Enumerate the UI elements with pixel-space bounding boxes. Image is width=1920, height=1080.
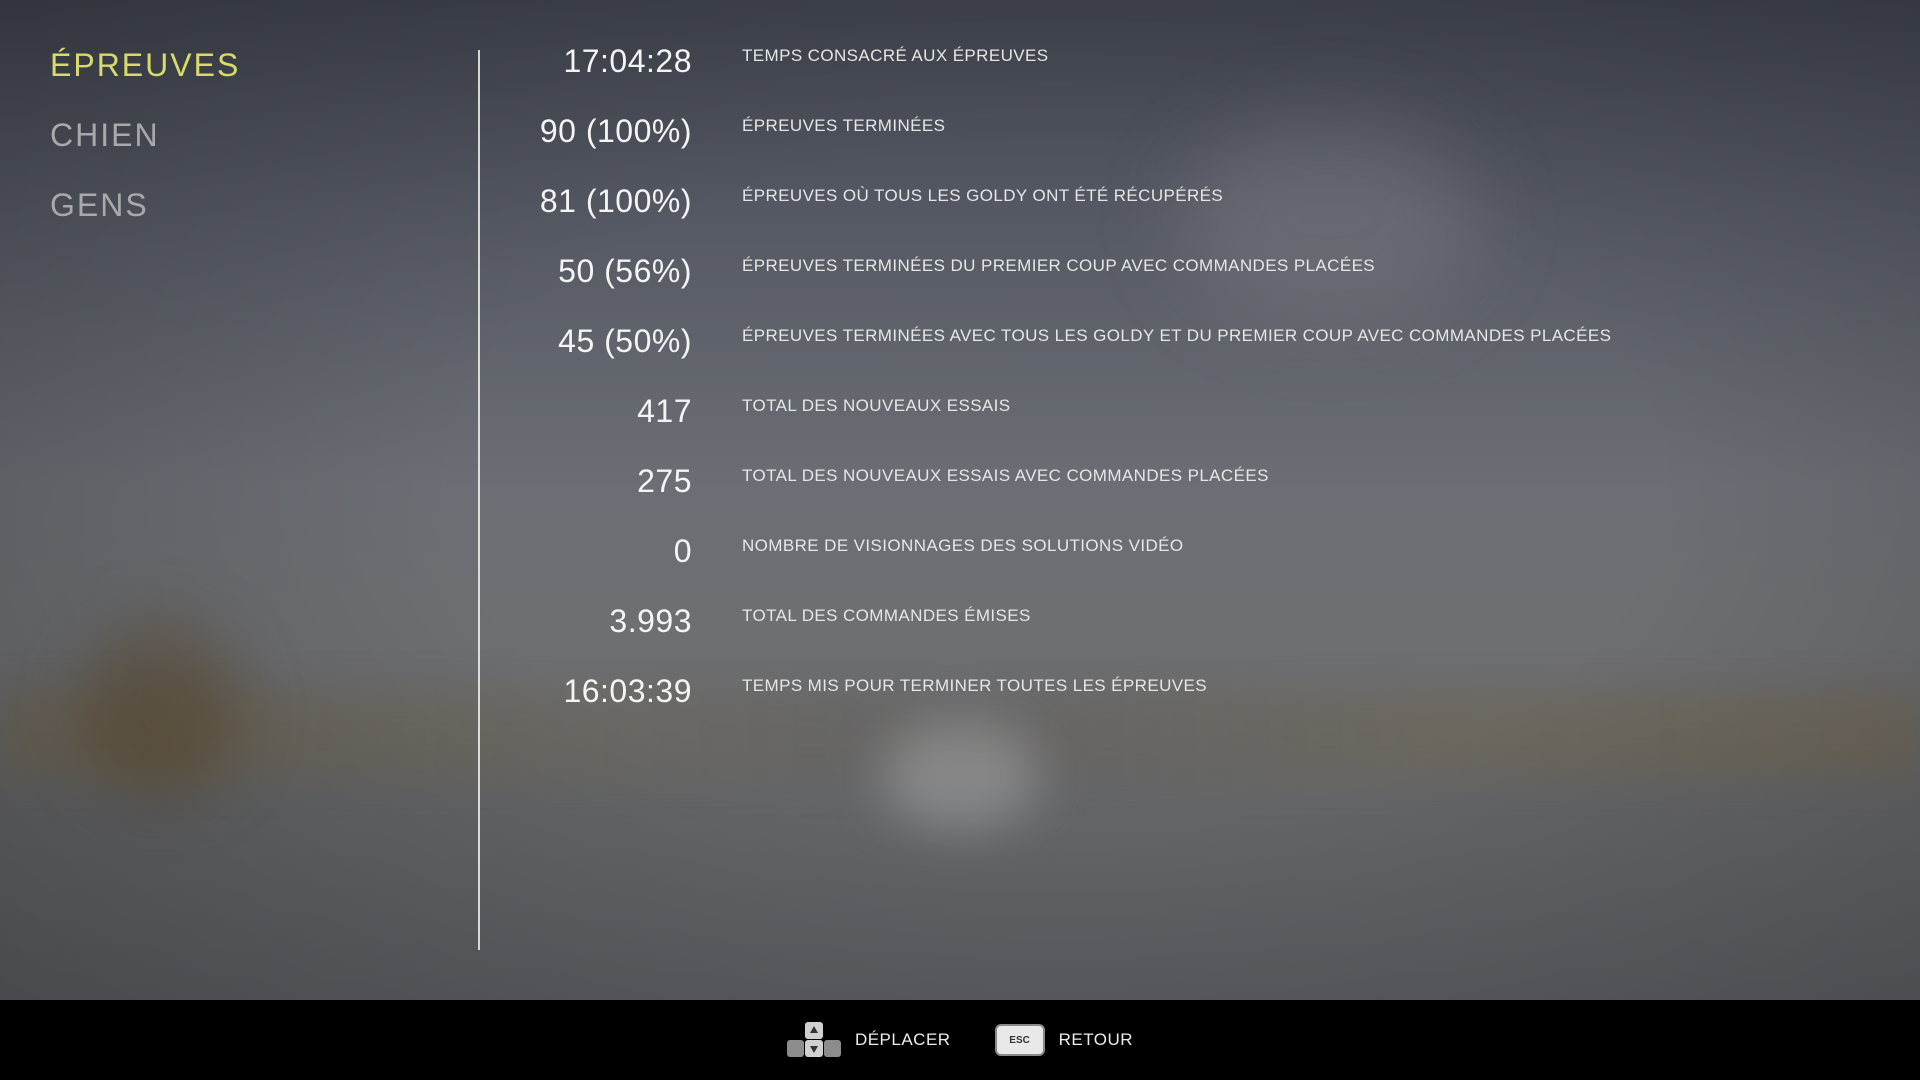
stat-value: 17:04:28 (563, 43, 692, 79)
stat-label: ÉPREUVES TERMINÉES DU PREMIER COUP AVEC … (742, 256, 1376, 275)
stat-label: ÉPREUVES TERMINÉES (742, 116, 946, 135)
stat-value: 50 (56%) (558, 253, 692, 289)
stat-label: TEMPS CONSACRÉ AUX ÉPREUVES (742, 46, 1049, 65)
stat-row: 16:03:39 TEMPS MIS POUR TERMINER TOUTES … (490, 666, 1890, 736)
esc-key-icon: ESC (994, 1024, 1045, 1056)
stat-row: 3.993 TOTAL DES COMMANDES ÉMISES (490, 596, 1890, 666)
vertical-divider (478, 50, 480, 950)
stat-row: 17:04:28 TEMPS CONSACRÉ AUX ÉPREUVES (490, 36, 1890, 106)
stat-row: 90 (100%) ÉPREUVES TERMINÉES (490, 106, 1890, 176)
stat-value: 417 (637, 393, 692, 429)
stat-value: 45 (50%) (558, 323, 692, 359)
stat-label: TOTAL DES NOUVEAUX ESSAIS AVEC COMMANDES… (742, 466, 1269, 485)
stat-row: 0 NOMBRE DE VISIONNAGES DES SOLUTIONS VI… (490, 526, 1890, 596)
category-nav: ÉPREUVES CHIEN GENS (50, 40, 240, 250)
stat-row: 81 (100%) ÉPREUVES OÙ TOUS LES GOLDY ONT… (490, 176, 1890, 246)
back-label: RETOUR (1058, 1030, 1134, 1049)
nav-item-epreuves[interactable]: ÉPREUVES (50, 40, 240, 110)
stat-value: 0 (673, 533, 692, 569)
stat-value: 81 (100%) (539, 183, 692, 219)
stat-label: ÉPREUVES OÙ TOUS LES GOLDY ONT ÉTÉ RÉCUP… (742, 186, 1224, 205)
stat-row: 275 TOTAL DES NOUVEAUX ESSAIS AVEC COMMA… (490, 456, 1890, 526)
stat-row: 45 (50%) ÉPREUVES TERMINÉES AVEC TOUS LE… (490, 316, 1890, 386)
footer-hint-bar: DÉPLACER ESC RETOUR (0, 1000, 1920, 1080)
move-hint[interactable]: DÉPLACER (786, 1022, 951, 1058)
stat-label: TEMPS MIS POUR TERMINER TOUTES LES ÉPREU… (742, 676, 1207, 695)
stat-row: 50 (56%) ÉPREUVES TERMINÉES DU PREMIER C… (490, 246, 1890, 316)
stats-list: 17:04:28 TEMPS CONSACRÉ AUX ÉPREUVES 90 … (490, 36, 1890, 736)
nav-item-chien[interactable]: CHIEN (50, 110, 240, 180)
stat-label: NOMBRE DE VISIONNAGES DES SOLUTIONS VIDÉ… (742, 536, 1184, 555)
dpad-up-down-icon (786, 1022, 841, 1058)
stat-value: 16:03:39 (563, 673, 692, 709)
stat-row: 417 TOTAL DES NOUVEAUX ESSAIS (490, 386, 1890, 456)
nav-item-gens[interactable]: GENS (50, 180, 240, 250)
stat-value: 3.993 (609, 603, 692, 639)
stat-label: ÉPREUVES TERMINÉES AVEC TOUS LES GOLDY E… (742, 326, 1612, 345)
back-hint[interactable]: ESC RETOUR (994, 1024, 1134, 1056)
stat-label: TOTAL DES NOUVEAUX ESSAIS (742, 396, 1011, 415)
move-label: DÉPLACER (854, 1030, 951, 1049)
stats-screen: ÉPREUVES CHIEN GENS 17:04:28 TEMPS CONSA… (0, 0, 1920, 1080)
stat-label: TOTAL DES COMMANDES ÉMISES (742, 606, 1031, 625)
stat-value: 90 (100%) (539, 113, 692, 149)
stat-value: 275 (637, 463, 692, 499)
